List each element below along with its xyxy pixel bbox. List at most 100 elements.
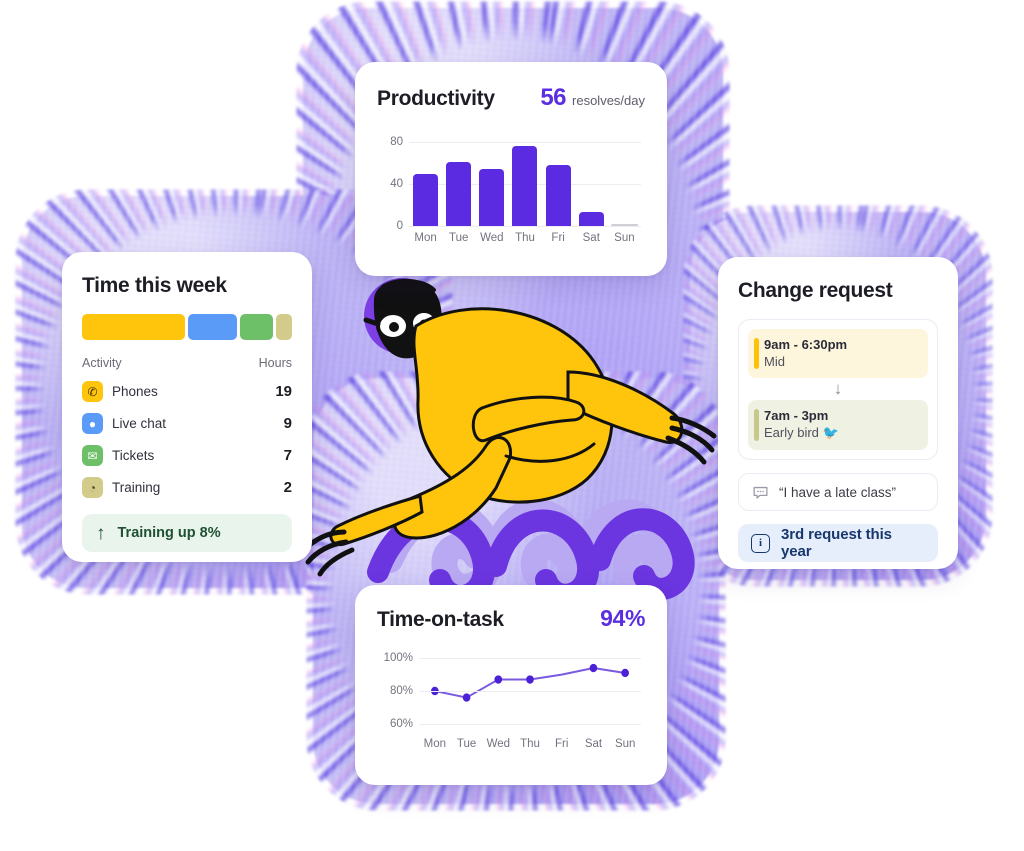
- shift-swap-group: 9am - 6:30pm Mid ↓ 7am - 3pm Early bird …: [738, 319, 938, 460]
- data-point-sun[interactable]: [621, 668, 629, 678]
- info-icon: i: [751, 533, 770, 553]
- data-point-sat[interactable]: [589, 663, 598, 673]
- time-on-task-title: Time-on-task: [377, 608, 504, 631]
- x-tick-label: Sat: [584, 738, 603, 750]
- x-tick-label: Wed: [486, 738, 511, 750]
- shift-to-row[interactable]: 7am - 3pm Early bird 🐦: [748, 400, 928, 450]
- x-tick-label: Fri: [551, 232, 565, 244]
- y-tick-label: 80: [390, 136, 403, 149]
- time-this-week-title: Time this week: [82, 274, 227, 297]
- productivity-unit: resolves/day: [572, 93, 645, 108]
- data-point-wed[interactable]: [494, 675, 503, 684]
- productivity-plot-area: [409, 132, 641, 227]
- x-tick-label: Fri: [555, 738, 569, 750]
- activity-label: Tickets: [112, 448, 155, 463]
- productivity-y-axis: 0 40 80: [377, 132, 403, 232]
- shift-to-name: Early bird 🐦: [764, 425, 839, 440]
- stack-segment-tickets[interactable]: [240, 314, 273, 340]
- x-tick-label: Mon: [423, 738, 447, 750]
- bar-fri[interactable]: [545, 165, 571, 226]
- x-tick-label: Sat: [582, 232, 600, 244]
- chat-bubble-icon: ●: [82, 413, 103, 434]
- x-tick-label: Sun: [614, 232, 635, 244]
- activity-row[interactable]: ✉ Tickets 7: [82, 445, 292, 466]
- arrow-up-icon: ↑: [96, 522, 106, 544]
- time-on-task-plot-area: [419, 650, 641, 732]
- bar-cell[interactable]: [508, 132, 541, 226]
- activity-hours: 7: [283, 447, 292, 464]
- stack-segment-training[interactable]: [275, 314, 292, 340]
- activity-row[interactable]: ◔ Training 2: [82, 477, 292, 498]
- phone-icon: ✆: [82, 381, 103, 402]
- y-tick-label: 40: [390, 178, 403, 191]
- bar-cell[interactable]: [475, 132, 508, 226]
- x-tick-label: Thu: [515, 232, 535, 244]
- data-point-thu[interactable]: [526, 675, 534, 684]
- bar-cell[interactable]: [442, 132, 475, 226]
- activity-hours: 9: [283, 415, 292, 432]
- bar-wed[interactable]: [479, 168, 505, 226]
- y-tick-label: 100%: [383, 652, 413, 665]
- productivity-metric: 56 resolves/day: [540, 84, 645, 112]
- activity-row[interactable]: ● Live chat 9: [82, 413, 292, 434]
- stack-segment-phones[interactable]: [82, 314, 186, 340]
- y-tick-label: 0: [396, 220, 403, 232]
- time-on-task-x-axis: Mon Tue Wed Thu Fri Sat Sun: [419, 738, 641, 750]
- shift-to-accent-bar: [754, 409, 759, 441]
- request-note[interactable]: “I have a late class”: [738, 473, 938, 511]
- request-note-text: “I have a late class”: [779, 484, 897, 500]
- bar-cell[interactable]: [608, 132, 641, 226]
- gridline: [419, 691, 641, 692]
- activity-label: Live chat: [112, 416, 167, 431]
- productivity-bars: [409, 132, 641, 226]
- y-tick-label: 60%: [389, 717, 413, 730]
- time-on-task-header: Time-on-task 94%: [377, 605, 645, 632]
- x-tick-label: Mon: [414, 232, 437, 244]
- time-on-task-value: 94%: [600, 605, 645, 631]
- training-trend-label: Training up 8%: [117, 525, 221, 541]
- speech-bubble-icon: [753, 486, 768, 499]
- productivity-card: Productivity 56 resolves/day 0 40 80 Mon Tu…: [355, 62, 667, 276]
- activity-table-header: Activity Hours: [82, 356, 292, 370]
- change-request-card: Change request 9am - 6:30pm Mid ↓ 7am - …: [718, 257, 958, 569]
- bar-cell[interactable]: [575, 132, 608, 226]
- gridline: [409, 226, 641, 227]
- stack-segment-live-chat[interactable]: [188, 314, 238, 340]
- training-trend-banner: ↑ Training up 8%: [82, 514, 292, 552]
- shift-from-row[interactable]: 9am - 6:30pm Mid: [748, 329, 928, 378]
- column-activity: Activity: [82, 356, 122, 370]
- activity-row[interactable]: ✆ Phones 19: [82, 381, 292, 402]
- x-tick-label: Sun: [614, 738, 636, 750]
- x-tick-label: Tue: [456, 738, 477, 750]
- y-tick-label: 80%: [389, 685, 413, 697]
- shift-from-accent-bar: [754, 338, 759, 369]
- bar-mon[interactable]: [413, 173, 439, 226]
- bar-sat[interactable]: [578, 212, 604, 226]
- x-tick-label: Tue: [449, 232, 469, 244]
- productivity-header: Productivity 56 resolves/day: [377, 84, 645, 112]
- envelope-icon: ✉: [82, 445, 103, 466]
- bar-thu[interactable]: [512, 145, 538, 226]
- time-on-task-line-chart: 60% 80% 100% Mon Tue Wed Thu Fri Sat Sun: [377, 650, 645, 762]
- shift-from-time: 9am - 6:30pm: [764, 337, 848, 352]
- bar-cell[interactable]: [409, 132, 442, 226]
- gridline: [419, 658, 641, 660]
- arrow-down-icon: ↓: [833, 379, 843, 398]
- x-tick-label: Thu: [520, 738, 540, 750]
- shift-from-name: Mid: [764, 354, 785, 369]
- activity-hours: 19: [275, 383, 292, 400]
- time-on-task-card: Time-on-task 94% 60% 80% 100% Mon Tue Wed Thu…: [355, 585, 667, 785]
- time-this-week-card: Time this week Activity Hours ✆ Phones 19 ●…: [62, 252, 312, 562]
- owl-icon: ◔: [82, 477, 103, 498]
- bar-tue[interactable]: [446, 162, 472, 226]
- request-count-banner: i 3rd request this year: [738, 524, 938, 562]
- x-tick-label: Wed: [480, 232, 504, 244]
- column-hours: Hours: [258, 356, 292, 370]
- productivity-x-axis: Mon Tue Wed Thu Fri Sat Sun: [409, 232, 641, 244]
- bar-sun[interactable]: [610, 224, 638, 226]
- data-point-tue[interactable]: [462, 693, 471, 702]
- productivity-title: Productivity: [377, 87, 495, 110]
- bar-cell[interactable]: [542, 132, 575, 226]
- gridline: [419, 723, 641, 725]
- shift-to-time: 7am - 3pm: [764, 408, 829, 423]
